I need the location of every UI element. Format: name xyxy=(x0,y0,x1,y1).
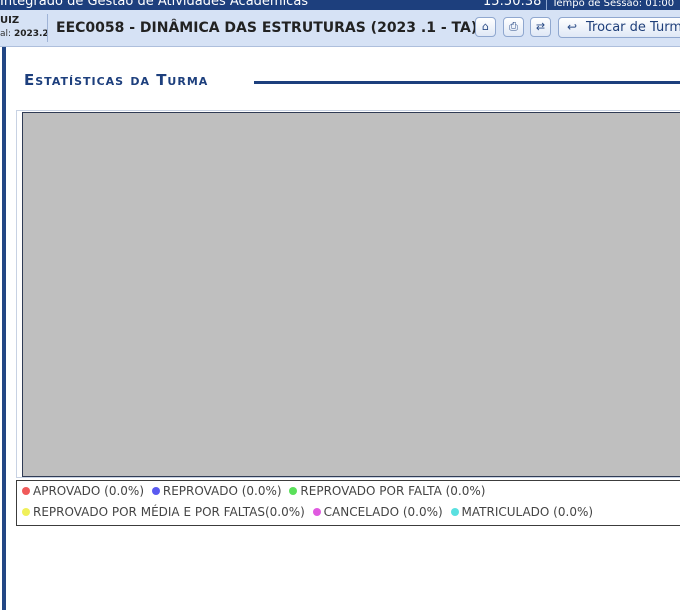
legend-label: REPROVADO POR MÉDIA E POR FALTAS(0.0%) xyxy=(33,505,305,519)
home-button[interactable]: ⌂ xyxy=(475,17,496,37)
pie-chart xyxy=(23,113,680,476)
chart-legend: APROVADO (0.0%) REPROVADO (0.0%) REPROVA… xyxy=(16,480,680,526)
semester-value: 2023.2 xyxy=(13,29,49,39)
server-clock: 15:50:38 xyxy=(483,0,542,9)
legend-item-reprovado: REPROVADO (0.0%) xyxy=(151,484,282,498)
legend-item-aprovado: APROVADO (0.0%) xyxy=(22,484,144,498)
legend-marker xyxy=(22,487,30,495)
course-title: EEC0058 - DINÂMICA DAS ESTRUTURAS (2023 … xyxy=(56,20,478,36)
system-topbar: Integrado de Gestão de Atividades Acadêm… xyxy=(0,0,680,10)
legend-label: APROVADO (0.0%) xyxy=(33,484,145,498)
user-info: UIZ al: 2023.2 xyxy=(0,15,49,43)
switch-button[interactable]: ⇄ xyxy=(530,17,551,37)
legend-label: MATRICULADO (0.0%) xyxy=(461,505,594,519)
back-arrow-icon: ↩ xyxy=(567,20,578,34)
semester-info: al: 2023.2 xyxy=(0,29,49,39)
page-left-border xyxy=(2,47,6,610)
legend-label: REPROVADO (0.0%) xyxy=(162,484,282,498)
system-title: Integrado de Gestão de Atividades Acadêm… xyxy=(0,0,309,9)
legend-item-reprovado-por-falta: REPROVADO POR FALTA (0.0%) xyxy=(289,484,485,498)
chart-area xyxy=(22,112,680,477)
legend-label: CANCELADO (0.0%) xyxy=(323,505,443,519)
topbar-separator xyxy=(546,0,547,10)
legend-marker xyxy=(151,487,160,495)
legend-row-2: REPROVADO POR MÉDIA E POR FALTAS(0.0%) C… xyxy=(22,505,597,523)
legend-marker xyxy=(450,508,459,516)
semester-label: al: xyxy=(0,29,12,39)
header-separator xyxy=(47,14,48,42)
switch-icon: ⇄ xyxy=(535,20,546,33)
user-name: UIZ xyxy=(0,15,20,26)
legend-item-reprovado-media-faltas: REPROVADO POR MÉDIA E POR FALTAS(0.0%) xyxy=(22,505,305,519)
trocar-turma-button[interactable]: ↩ Trocar de Turma xyxy=(558,17,680,38)
trocar-turma-label: Trocar de Turma xyxy=(586,20,680,35)
legend-item-cancelado: CANCELADO (0.0%) xyxy=(312,505,443,519)
legend-item-matriculado: MATRICULADO (0.0%) xyxy=(450,505,594,519)
legend-row-1: APROVADO (0.0%) REPROVADO (0.0%) REPROVA… xyxy=(22,484,489,502)
chart-frame xyxy=(16,110,680,478)
legend-marker xyxy=(289,487,298,495)
session-timer: Tempo de Sessão: 01:00 xyxy=(552,0,675,9)
legend-marker xyxy=(22,508,30,516)
section-title: Estatísticas da Turma xyxy=(24,71,209,89)
section-title-rule xyxy=(254,81,680,84)
legend-marker xyxy=(312,508,321,516)
print-button[interactable]: ⎙ xyxy=(503,17,524,37)
home-icon: ⌂ xyxy=(482,20,489,33)
legend-label: REPROVADO POR FALTA (0.0%) xyxy=(300,484,486,498)
course-header: UIZ al: 2023.2 EEC0058 - DINÂMICA DAS ES… xyxy=(0,10,680,47)
print-icon: ⎙ xyxy=(509,20,518,33)
